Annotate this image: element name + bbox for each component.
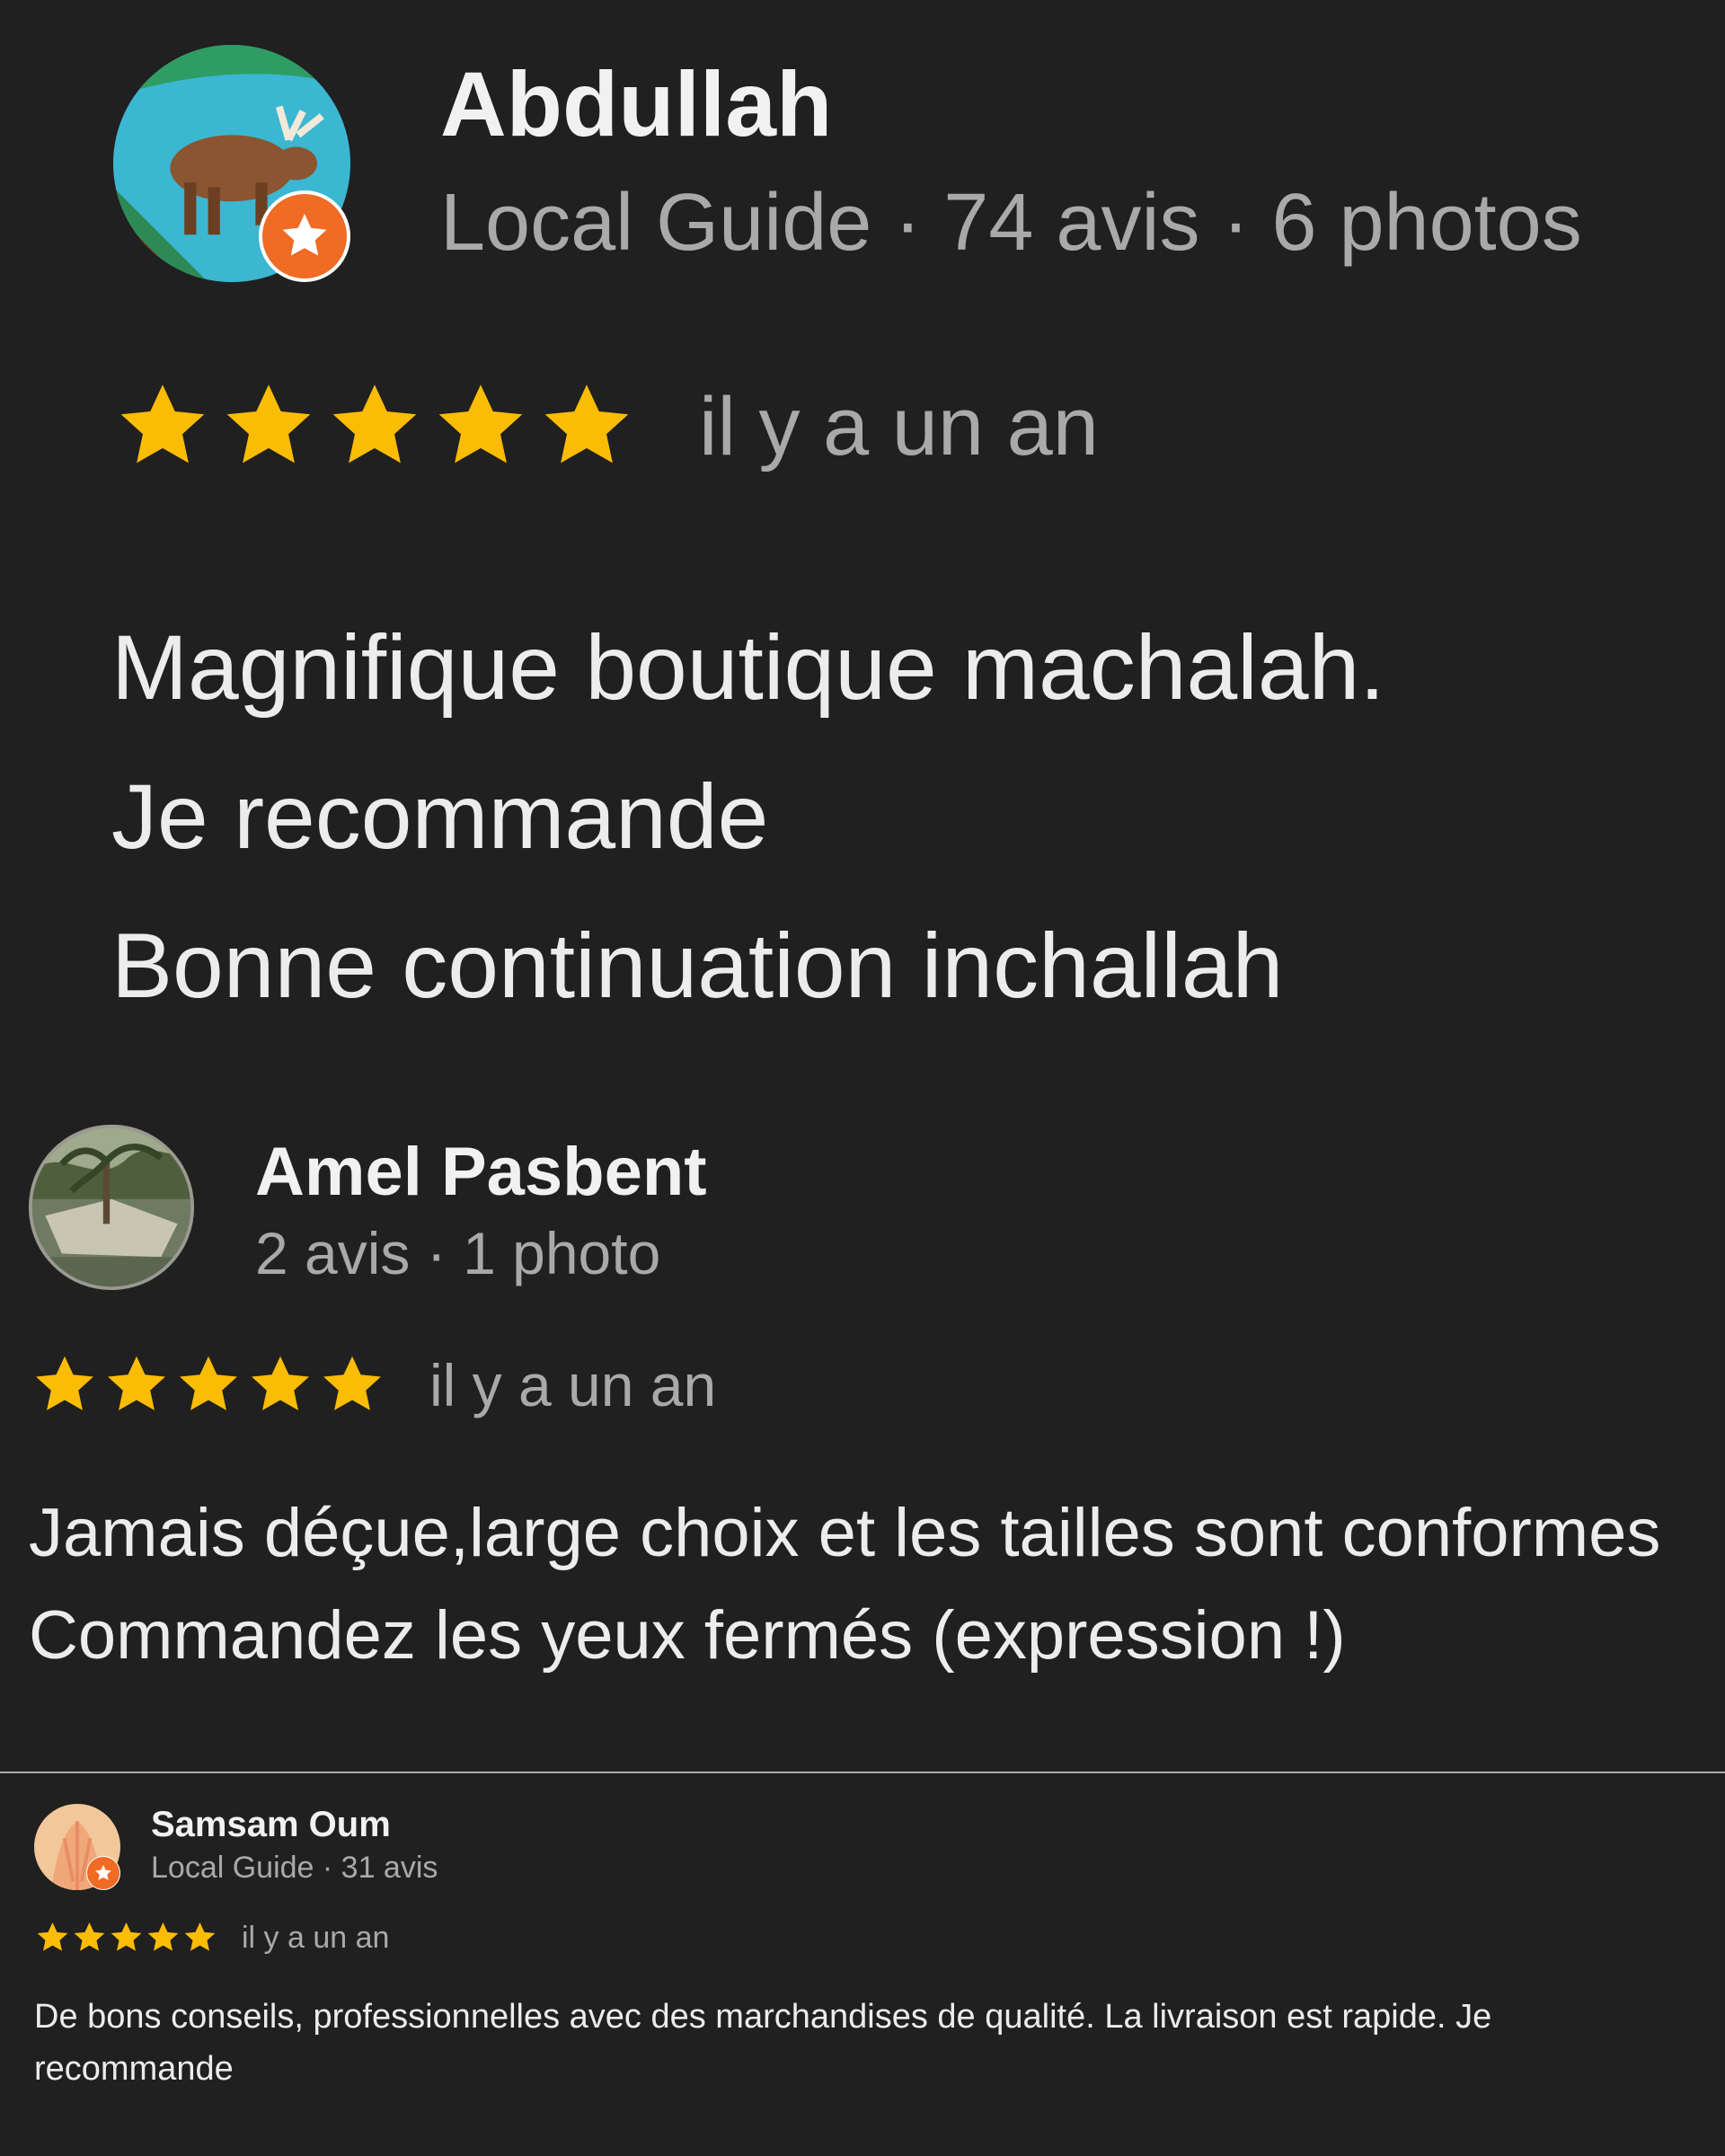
star-icon	[34, 1920, 71, 1956]
reviewer-name[interactable]: Abdullah	[440, 52, 832, 156]
avatar[interactable]	[34, 1804, 120, 1890]
avatar[interactable]	[113, 45, 350, 282]
star-icon	[181, 1920, 218, 1956]
star-icon	[534, 377, 640, 476]
star-icon	[172, 1351, 244, 1419]
review-text: Jamais déçue,large choix et les tailles …	[29, 1495, 1661, 1674]
reviewer-name[interactable]: Amel Pasbent	[255, 1132, 707, 1213]
reviewer-meta: Local Guide · 74 avis · 6 photos	[440, 178, 1582, 268]
star-icon	[110, 377, 216, 476]
palm-photo-avatar-icon	[29, 1125, 194, 1290]
local-guide-badge-icon	[86, 1856, 120, 1890]
review-time: il y a un an	[429, 1352, 717, 1418]
review-time: il y a un an	[699, 380, 1099, 473]
reviewer-meta: Local Guide · 31 avis	[151, 1851, 438, 1885]
review-time: il y a un an	[242, 1920, 390, 1955]
star-icon	[145, 1920, 181, 1956]
star-icon	[316, 1351, 388, 1419]
rating-row: il y a un an	[110, 377, 1099, 476]
star-icon	[216, 377, 322, 476]
star-rating	[110, 377, 640, 476]
avatar[interactable]	[29, 1125, 194, 1290]
review-card: Samsam Oum Local Guide · 31 avis il y a …	[0, 1773, 1725, 2156]
rating-row: il y a un an	[29, 1348, 716, 1423]
reviewer-meta: 2 avis · 1 photo	[255, 1220, 661, 1286]
local-guide-badge-icon	[259, 190, 350, 282]
reviewer-name[interactable]: Samsam Oum	[151, 1802, 391, 1847]
star-icon	[244, 1351, 316, 1419]
review-text: De bons conseils, professionnelles avec …	[34, 1998, 1492, 2088]
star-icon	[108, 1920, 145, 1956]
star-rating	[34, 1920, 218, 1956]
star-icon	[322, 377, 428, 476]
star-rating	[29, 1351, 388, 1419]
rating-row: il y a un an	[34, 1917, 389, 1958]
star-icon	[71, 1920, 108, 1956]
star-icon	[29, 1351, 101, 1419]
star-icon	[428, 377, 534, 476]
review-card: Amel Pasbent 2 avis · 1 photo il y a un …	[0, 1060, 1725, 1770]
review-text: Magnifique boutique machalah. Je recomma…	[111, 616, 1385, 1017]
star-icon	[101, 1351, 172, 1419]
review-card: Abdullah Local Guide · 74 avis · 6 photo…	[0, 0, 1725, 1060]
